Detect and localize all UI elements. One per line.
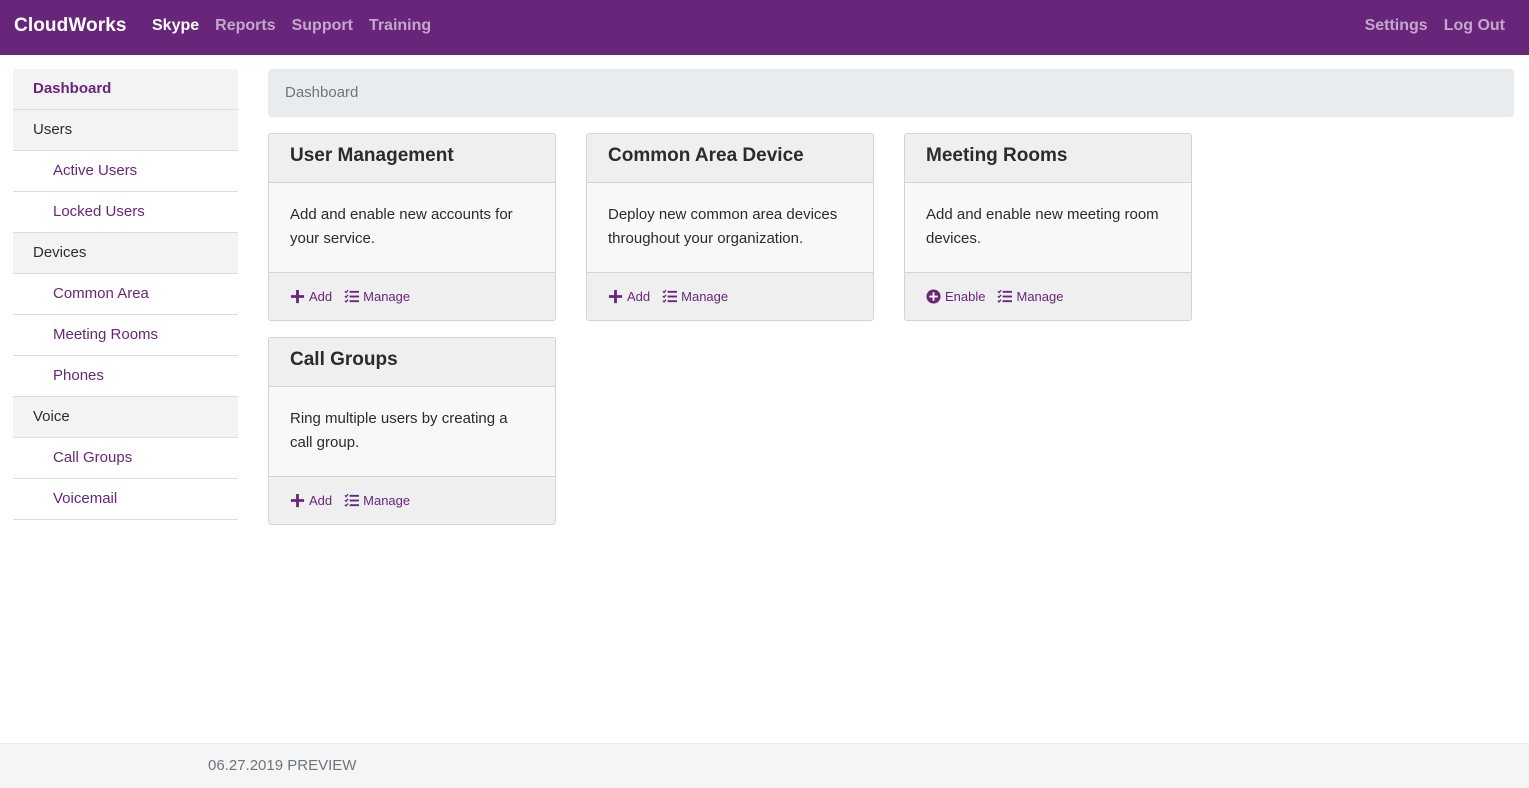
action-label: Enable (945, 289, 986, 304)
nav-link-training[interactable]: Training (369, 17, 431, 35)
card-common-area-device: Common Area Device Deploy new common are… (586, 133, 874, 321)
enable-room-button[interactable]: Enable (926, 289, 985, 304)
action-label: Add (627, 289, 651, 304)
action-label: Add (309, 493, 333, 508)
manage-users-button[interactable]: Manage (344, 289, 410, 304)
card-title: Meeting Rooms (905, 134, 1191, 183)
sidebar-item-phones[interactable]: Phones (13, 356, 238, 397)
sidebar-item-active-users[interactable]: Active Users (13, 151, 238, 192)
nav-link-skype[interactable]: Skype (152, 17, 199, 35)
top-navbar: CloudWorks Skype Reports Support Trainin… (0, 0, 1529, 55)
checklist-icon (344, 493, 360, 507)
sidebar-item-call-groups[interactable]: Call Groups (13, 438, 238, 479)
checklist-icon (344, 289, 360, 303)
secondary-nav: Settings Log Out (1365, 17, 1505, 35)
card-actions: Add Manage (269, 476, 555, 524)
manage-rooms-button[interactable]: Manage (997, 289, 1063, 304)
breadcrumb-item-dashboard: Dashboard (285, 84, 359, 101)
card-user-management: User Management Add and enable new accou… (268, 133, 556, 321)
action-label: Add (309, 289, 333, 304)
sidebar-item-devices[interactable]: Devices (13, 233, 238, 274)
card-meeting-rooms: Meeting Rooms Add and enable new meeting… (904, 133, 1192, 321)
page-footer: 06.27.2019 PREVIEW (0, 743, 1529, 788)
nav-link-settings[interactable]: Settings (1365, 17, 1428, 35)
card-title: Common Area Device (587, 134, 873, 183)
sidebar-item-voice[interactable]: Voice (13, 397, 238, 438)
primary-nav: Skype Reports Support Training (152, 17, 431, 35)
breadcrumb: Dashboard (268, 69, 1514, 117)
plus-icon (608, 289, 623, 304)
add-device-button[interactable]: Add (608, 289, 650, 304)
action-label: Manage (1016, 289, 1064, 304)
action-label: Manage (363, 289, 411, 304)
plus-icon (290, 493, 305, 508)
card-actions: Add Manage (587, 272, 873, 320)
sidebar-item-dashboard[interactable]: Dashboard (13, 69, 238, 110)
sidebar-item-meeting-rooms[interactable]: Meeting Rooms (13, 315, 238, 356)
card-description: Deploy new common area devices throughou… (608, 206, 838, 247)
add-user-button[interactable]: Add (290, 289, 332, 304)
manage-devices-button[interactable]: Manage (662, 289, 728, 304)
sidebar-item-locked-users[interactable]: Locked Users (13, 192, 238, 233)
card-actions: Enable Manage (905, 272, 1191, 320)
checklist-icon (997, 289, 1013, 303)
action-label: Manage (363, 493, 411, 508)
sidebar-item-voicemail[interactable]: Voicemail (13, 479, 238, 520)
nav-link-reports[interactable]: Reports (215, 17, 275, 35)
version-label: 06.27.2019 PREVIEW (208, 757, 357, 774)
checklist-icon (662, 289, 678, 303)
action-label: Manage (681, 289, 729, 304)
sidebar: Dashboard Users Active Users Locked User… (13, 69, 238, 520)
card-actions: Add Manage (269, 272, 555, 320)
card-description: Add and enable new meeting room devices. (926, 206, 1159, 247)
plus-icon (290, 289, 305, 304)
nav-link-support[interactable]: Support (292, 17, 353, 35)
card-call-groups: Call Groups Ring multiple users by creat… (268, 337, 556, 525)
sidebar-item-users[interactable]: Users (13, 110, 238, 151)
card-description: Add and enable new accounts for your ser… (290, 206, 513, 247)
card-title: Call Groups (269, 338, 555, 387)
plus-circle-icon (926, 289, 941, 304)
sidebar-item-common-area[interactable]: Common Area (13, 274, 238, 315)
nav-link-logout[interactable]: Log Out (1444, 17, 1505, 35)
manage-call-groups-button[interactable]: Manage (344, 493, 410, 508)
add-call-group-button[interactable]: Add (290, 493, 332, 508)
card-description: Ring multiple users by creating a call g… (290, 410, 508, 451)
card-title: User Management (269, 134, 555, 183)
brand-logo[interactable]: CloudWorks (14, 15, 127, 37)
